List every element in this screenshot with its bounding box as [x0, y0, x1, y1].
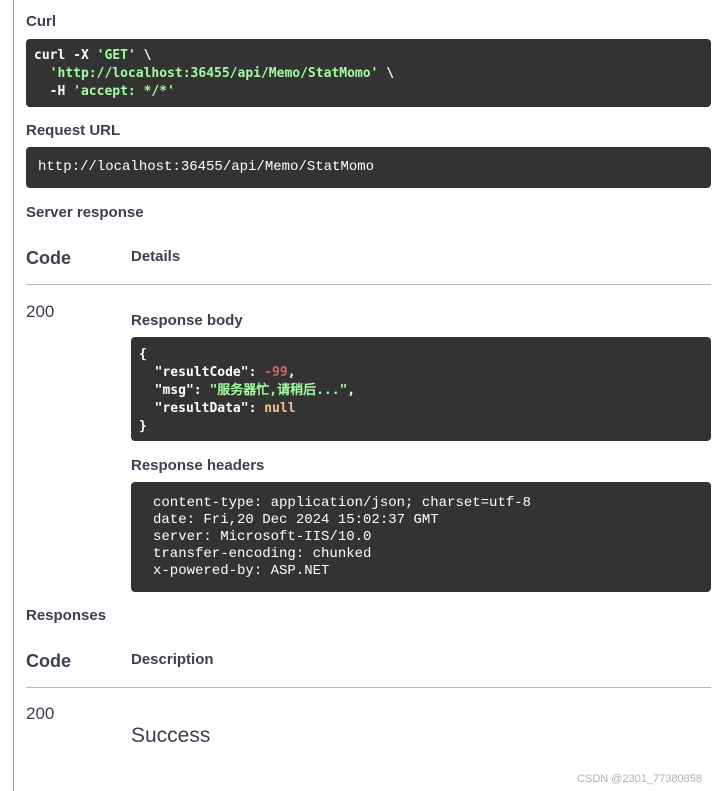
- curl-line2-tail: \: [378, 66, 395, 81]
- body-msg-key: "msg": [154, 383, 194, 398]
- header-line: transfer-encoding: chunked: [153, 546, 372, 562]
- curl-title: Curl: [26, 13, 56, 30]
- responses-status-code: 200: [26, 704, 55, 723]
- responses-description: Success: [131, 724, 211, 747]
- curl-header-value: 'accept: */*': [73, 84, 175, 99]
- body-result-data-value: null: [264, 401, 296, 416]
- watermark: CSDN @2301_77380858: [577, 773, 702, 785]
- server-response-code-header: Code: [26, 248, 71, 268]
- curl-indent: [34, 66, 50, 81]
- body-result-data-key: "resultData": [154, 401, 249, 416]
- body-msg-value: "服务器忙,请稍后...": [209, 383, 348, 398]
- body-result-code-key: "resultCode": [154, 365, 249, 380]
- server-response-divider: [26, 284, 711, 285]
- curl-url: 'http://localhost:36455/api/Memo/StatMom…: [49, 66, 379, 81]
- request-url-value[interactable]: http://localhost:36455/api/Memo/StatMomo: [26, 147, 711, 188]
- curl-cmd: curl -X: [34, 48, 97, 63]
- body-open-brace: {: [139, 347, 147, 362]
- response-body-block[interactable]: { "resultCode": -99, "msg": "服务器忙,请稍后...…: [131, 337, 711, 441]
- header-line: server: Microsoft-IIS/10.0: [153, 529, 372, 545]
- request-url-title: Request URL: [26, 122, 121, 139]
- responses-title: Responses: [26, 607, 107, 624]
- response-body-title: Response body: [131, 312, 243, 329]
- server-response-title: Server response: [26, 204, 144, 221]
- body-close-brace: }: [139, 419, 147, 434]
- server-response-details-header: Details: [131, 248, 181, 265]
- body-result-code-value: -99: [264, 365, 288, 380]
- curl-header-flag: -H: [34, 84, 74, 99]
- responses-description-header: Description: [131, 651, 214, 668]
- curl-code-block[interactable]: curl -X 'GET' \ 'http://localhost:36455/…: [26, 39, 711, 107]
- header-line: date: Fri,20 Dec 2024 15:02:37 GMT: [153, 512, 439, 528]
- header-line: x-powered-by: ASP.NET: [153, 563, 330, 579]
- header-line: content-type: application/json; charset=…: [153, 495, 532, 511]
- response-headers-block[interactable]: content-type: application/json; charset=…: [131, 482, 711, 592]
- responses-divider: [26, 687, 711, 688]
- server-response-status-code: 200: [26, 302, 55, 321]
- responses-code-header: Code: [26, 651, 71, 671]
- curl-method: 'GET': [96, 48, 136, 63]
- curl-line1-tail: \: [135, 48, 152, 63]
- response-headers-title: Response headers: [131, 457, 265, 474]
